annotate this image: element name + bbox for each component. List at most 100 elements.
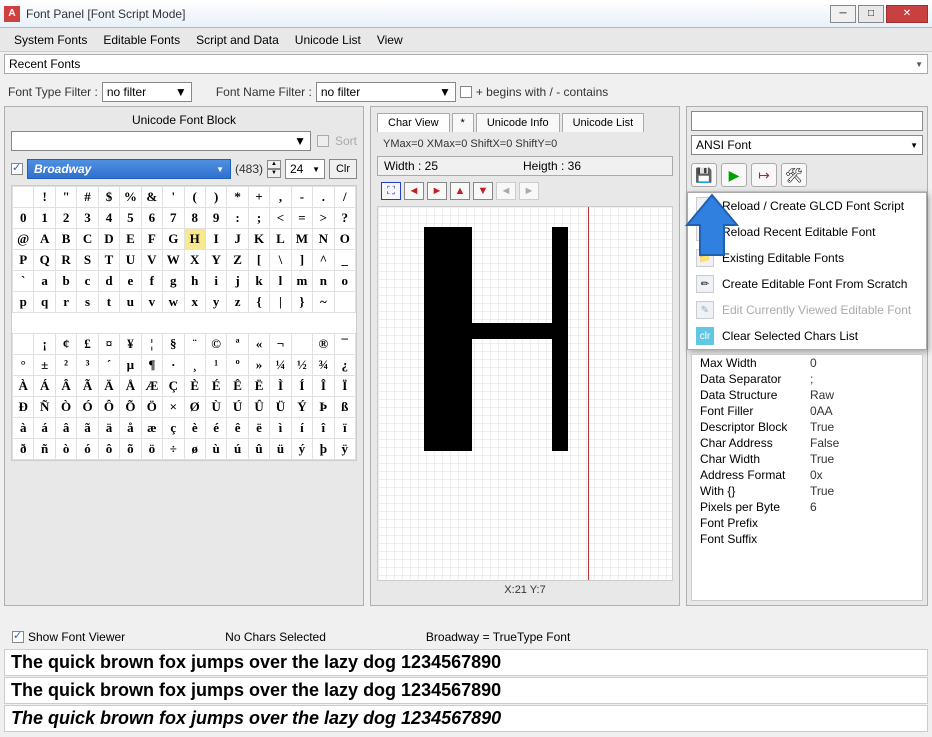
char-cell[interactable]: Ó <box>77 397 98 418</box>
menu-view[interactable]: View <box>369 31 411 49</box>
char-cell[interactable]: ä <box>98 418 119 439</box>
char-cell[interactable]: R <box>55 250 76 271</box>
char-cell[interactable] <box>291 313 312 334</box>
char-cell[interactable] <box>334 292 355 313</box>
char-cell[interactable]: m <box>291 271 312 292</box>
char-cell[interactable]: _ <box>334 250 355 271</box>
char-cell[interactable]: Á <box>34 376 55 397</box>
char-cell[interactable]: < <box>270 208 291 229</box>
char-cell[interactable]: ¢ <box>55 334 76 355</box>
char-cell[interactable]: ' <box>163 187 184 208</box>
char-cell[interactable]: É <box>205 376 226 397</box>
expand-icon[interactable]: ⛶ <box>381 182 401 200</box>
char-cell[interactable]: Z <box>227 250 248 271</box>
char-cell[interactable]: 5 <box>120 208 141 229</box>
char-cell[interactable]: õ <box>120 439 141 460</box>
char-cell[interactable]: h <box>184 271 205 292</box>
char-cell[interactable]: Î <box>313 376 334 397</box>
char-cell[interactable]: ¬ <box>270 334 291 355</box>
char-cell[interactable]: . <box>313 187 334 208</box>
tab-unicode-list[interactable]: Unicode List <box>562 113 645 132</box>
char-cell[interactable] <box>98 313 119 334</box>
char-cell[interactable]: ê <box>227 418 248 439</box>
char-cell[interactable]: ô <box>98 439 119 460</box>
char-cell[interactable]: \ <box>270 250 291 271</box>
char-cell[interactable]: ü <box>270 439 291 460</box>
char-cell[interactable]: * <box>227 187 248 208</box>
char-cell[interactable]: ã <box>77 418 98 439</box>
char-cell[interactable]: Å <box>120 376 141 397</box>
char-cell[interactable]: à <box>13 418 34 439</box>
char-cell[interactable]: ¡ <box>34 334 55 355</box>
char-cell[interactable]: l <box>270 271 291 292</box>
char-cell[interactable]: Ê <box>227 376 248 397</box>
char-cell[interactable]: o <box>334 271 355 292</box>
char-cell[interactable]: Í <box>291 376 312 397</box>
char-cell[interactable]: ¤ <box>98 334 119 355</box>
char-cell[interactable]: e <box>120 271 141 292</box>
char-cell[interactable]: r <box>55 292 76 313</box>
char-cell[interactable]: ó <box>77 439 98 460</box>
char-cell[interactable]: p <box>13 292 34 313</box>
sort-checkbox[interactable] <box>317 135 329 147</box>
tools-icon[interactable]: 🛠 <box>781 163 807 187</box>
char-cell[interactable]: ¼ <box>270 355 291 376</box>
char-cell[interactable]: n <box>313 271 334 292</box>
char-cell[interactable] <box>163 313 184 334</box>
char-cell[interactable]: ø <box>184 439 205 460</box>
arrow-down-icon[interactable]: ▼ <box>473 182 493 200</box>
menu-editable-fonts[interactable]: Editable Fonts <box>95 31 188 49</box>
char-cell[interactable]: ¶ <box>141 355 162 376</box>
char-cell[interactable]: P <box>13 250 34 271</box>
char-cell[interactable]: ò <box>55 439 76 460</box>
char-cell[interactable]: k <box>248 271 269 292</box>
char-cell[interactable]: ÷ <box>163 439 184 460</box>
char-cell[interactable]: ³ <box>77 355 98 376</box>
char-cell[interactable]: þ <box>313 439 334 460</box>
menu-unicode-list[interactable]: Unicode List <box>287 31 369 49</box>
char-cell[interactable]: 8 <box>184 208 205 229</box>
char-cell[interactable]: X <box>184 250 205 271</box>
char-cell[interactable]: ´ <box>98 355 119 376</box>
font-name-filter-combo[interactable]: no filter▼ <box>316 82 456 102</box>
char-cell[interactable]: æ <box>141 418 162 439</box>
begins-with-checkbox[interactable] <box>460 86 472 98</box>
char-cell[interactable]: û <box>248 439 269 460</box>
char-cell[interactable]: Ã <box>77 376 98 397</box>
char-cell[interactable]: & <box>141 187 162 208</box>
maximize-button[interactable]: □ <box>858 5 884 23</box>
char-cell[interactable] <box>13 334 34 355</box>
char-grid[interactable]: !"#$%&'()*+,-./0123456789:;<=>?@ABCDEFGH… <box>11 185 357 461</box>
char-cell[interactable]: ~ <box>313 292 334 313</box>
char-cell[interactable]: N <box>313 229 334 250</box>
char-cell[interactable] <box>291 334 312 355</box>
arrow-left-icon[interactable]: ◄ <box>404 182 424 200</box>
char-cell[interactable]: } <box>291 292 312 313</box>
char-cell[interactable]: y <box>205 292 226 313</box>
char-cell[interactable]: Ö <box>141 397 162 418</box>
arrow-up-icon[interactable]: ▲ <box>450 182 470 200</box>
char-cell[interactable]: W <box>163 250 184 271</box>
char-cell[interactable]: Ô <box>98 397 119 418</box>
char-cell[interactable] <box>227 313 248 334</box>
char-cell[interactable]: Ý <box>291 397 312 418</box>
char-cell[interactable]: Ë <box>248 376 269 397</box>
char-cell[interactable] <box>205 313 226 334</box>
char-cell[interactable]: ¾ <box>313 355 334 376</box>
char-cell[interactable]: J <box>227 229 248 250</box>
char-cell[interactable]: « <box>248 334 269 355</box>
char-cell[interactable] <box>120 313 141 334</box>
char-cell[interactable]: é <box>205 418 226 439</box>
char-cell[interactable]: $ <box>98 187 119 208</box>
font-enabled-checkbox[interactable] <box>11 163 23 175</box>
char-cell[interactable]: ç <box>163 418 184 439</box>
char-cell[interactable]: Ü <box>270 397 291 418</box>
char-cell[interactable]: 0 <box>13 208 34 229</box>
char-cell[interactable]: d <box>98 271 119 292</box>
char-cell[interactable]: µ <box>120 355 141 376</box>
menu-item[interactable]: clrClear Selected Chars List <box>688 323 926 349</box>
char-cell[interactable]: q <box>34 292 55 313</box>
char-cell[interactable]: ± <box>34 355 55 376</box>
char-cell[interactable]: 3 <box>77 208 98 229</box>
char-cell[interactable]: × <box>163 397 184 418</box>
